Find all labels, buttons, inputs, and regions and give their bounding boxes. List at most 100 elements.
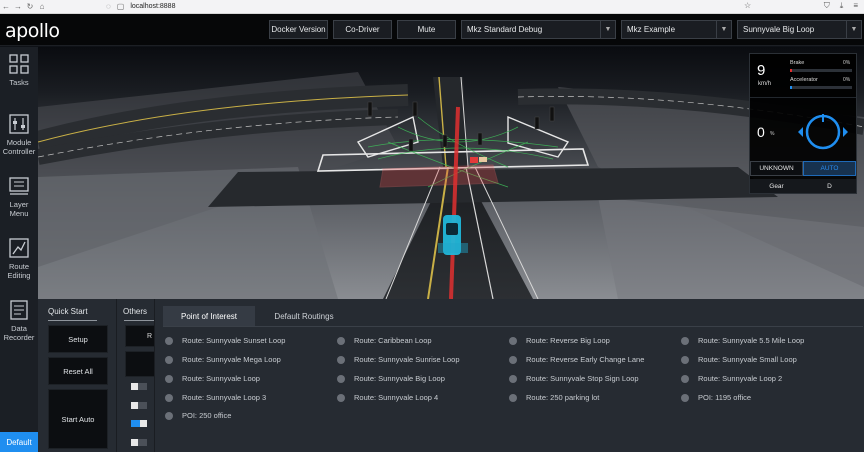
reset-all-button[interactable]: Reset All — [48, 357, 108, 385]
route-item[interactable]: Route: Caribbean Loop — [337, 336, 432, 345]
vehicle-select[interactable]: Mkz Example ▼ — [621, 20, 732, 39]
toggle-switch[interactable] — [131, 439, 147, 446]
radio-icon — [337, 374, 345, 383]
map-select[interactable]: Sunnyvale Big Loop ▼ — [737, 20, 862, 39]
route-item[interactable]: Route: Sunnyvale Sunset Loop — [165, 336, 285, 345]
scene-view[interactable] — [38, 47, 864, 299]
sidebar-item-layer-menu[interactable]: Layer Menu — [0, 169, 38, 229]
forward-icon[interactable]: → — [12, 2, 24, 11]
bottom-panel: Quick Start Setup Reset All Start Auto O… — [38, 299, 864, 452]
others-record-label: R — [146, 332, 152, 340]
gear-row: Gear D — [750, 179, 856, 193]
radio-icon — [509, 393, 517, 402]
route-item[interactable]: Route: Sunnyvale Big Loop — [337, 374, 445, 383]
docker-version-button[interactable]: Docker Version — [269, 20, 328, 39]
sidebar-item-data-recorder[interactable]: Data Recorder — [0, 293, 38, 353]
mode-select[interactable]: Mkz Standard Debug ▼ — [461, 20, 616, 39]
radio-icon — [681, 336, 689, 345]
others-title: Others — [123, 307, 148, 316]
quick-start-panel: Quick Start Setup Reset All Start Auto — [42, 299, 114, 452]
mode-unknown-button[interactable]: UNKNOWN — [750, 161, 803, 176]
toggle-knob — [131, 383, 138, 390]
radio-icon — [165, 374, 173, 383]
route-label: Route: 250 parking lot — [526, 393, 600, 402]
route-item[interactable]: Route: Sunnyvale Small Loop — [681, 355, 797, 364]
route-label: Route: Reverse Big Loop — [526, 336, 610, 345]
route-label: Route: Sunnyvale Mega Loop — [182, 355, 281, 364]
radio-icon — [509, 374, 517, 383]
brake-value: 0% — [843, 60, 851, 66]
address-bar[interactable]: ◌ ▢ localhost:8888 — [106, 2, 726, 12]
tab-point-of-interest[interactable]: Point of Interest — [163, 306, 255, 326]
route-item[interactable]: Route: Sunnyvale Loop 4 — [337, 393, 438, 402]
route-label: Route: Sunnyvale Loop 4 — [354, 393, 439, 402]
mode-auto-button[interactable]: AUTO — [803, 161, 856, 176]
accelerator-bar — [790, 86, 852, 89]
toggle-switch[interactable] — [131, 383, 147, 390]
speed-panel: 9 km/h Brake 0% Accelerator 0% — [750, 54, 856, 98]
route-item[interactable]: Route: Sunnyvale Mega Loop — [165, 355, 281, 364]
route-label: Route: Sunnyvale Loop 3 — [182, 393, 267, 402]
toggle-switch[interactable] — [131, 420, 147, 427]
route-item[interactable]: POI: 1195 office — [681, 393, 751, 402]
home-icon[interactable]: ⌂ — [36, 2, 48, 11]
sidebar-item-tasks[interactable]: Tasks — [0, 47, 38, 107]
accelerator-bar-fill — [790, 86, 793, 89]
vehicle-select-value: Mkz Example — [627, 25, 676, 34]
chevron-down-icon: ▼ — [600, 21, 615, 38]
radio-icon — [509, 336, 517, 345]
route-item[interactable]: Route: Reverse Early Change Lane — [509, 355, 644, 364]
reload-icon[interactable]: ↻ — [24, 2, 36, 11]
pocket-icon[interactable]: ⛉ — [824, 1, 830, 11]
radio-icon — [337, 336, 345, 345]
map-select-value: Sunnyvale Big Loop — [743, 25, 815, 34]
toggle-switch[interactable] — [131, 402, 147, 409]
shield-icon: ◌ — [106, 2, 111, 11]
radio-icon — [509, 355, 517, 364]
route-item[interactable]: Route: Sunnyvale 5.5 Mile Loop — [681, 336, 804, 345]
menu-icon[interactable]: ≡ — [853, 1, 858, 11]
browser-toolbar: ← → ↻ ⌂ ◌ ▢ localhost:8888 ☆ ⛉ ⤓ ≡ — [0, 0, 864, 14]
setup-button[interactable]: Setup — [48, 325, 108, 353]
steering-unit: % — [770, 131, 775, 137]
bookmark-star-icon[interactable]: ☆ — [744, 1, 751, 10]
speed-value: 9 — [757, 62, 766, 79]
apollo-logo: apollo — [5, 20, 60, 42]
layers-icon — [9, 177, 29, 195]
route-item[interactable]: POI: 250 office — [165, 411, 231, 420]
default-layout-button[interactable]: Default — [0, 432, 38, 452]
route-item[interactable]: Route: Sunnyvale Sunrise Loop — [337, 355, 460, 364]
sidebar-item-label: Route Editing — [7, 262, 31, 280]
tab-default-routings[interactable]: Default Routings — [255, 306, 353, 326]
route-label: Route: Sunnyvale 5.5 Mile Loop — [698, 336, 805, 345]
radio-icon — [337, 355, 345, 364]
quick-start-underline — [48, 320, 97, 321]
route-item[interactable]: Route: Reverse Big Loop — [509, 336, 610, 345]
back-icon[interactable]: ← — [0, 2, 12, 11]
others-option-box[interactable] — [125, 351, 155, 377]
sidebar-item-route-editing[interactable]: Route Editing — [0, 231, 38, 291]
route-item[interactable]: Route: Sunnyvale Loop 2 — [681, 374, 782, 383]
others-record-button[interactable]: R — [125, 325, 155, 347]
route-item[interactable]: Route: Sunnyvale Loop 3 — [165, 393, 266, 402]
radio-icon — [165, 355, 173, 364]
others-panel: Others R — [116, 299, 155, 452]
co-driver-button[interactable]: Co-Driver — [333, 20, 392, 39]
route-item[interactable]: Route: Sunnyvale Loop — [165, 374, 260, 383]
radio-icon — [681, 355, 689, 364]
sidebar-item-module-controller[interactable]: Module Controller — [0, 107, 38, 167]
start-auto-button[interactable]: Start Auto — [48, 389, 108, 449]
radio-icon — [165, 411, 173, 420]
route-label: Route: Sunnyvale Sunrise Loop — [354, 355, 460, 364]
radio-icon — [681, 374, 689, 383]
route-label: Route: Sunnyvale Big Loop — [354, 374, 445, 383]
route-icon — [9, 238, 29, 258]
tab-divider — [163, 326, 863, 327]
brake-bar — [790, 69, 852, 72]
download-icon[interactable]: ⤓ — [840, 1, 844, 11]
route-item[interactable]: Route: 250 parking lot — [509, 393, 599, 402]
route-item[interactable]: Route: Sunnyvale Stop Sign Loop — [509, 374, 639, 383]
mute-button[interactable]: Mute — [397, 20, 456, 39]
chevron-down-icon: ▼ — [846, 21, 861, 38]
others-underline — [124, 320, 154, 321]
